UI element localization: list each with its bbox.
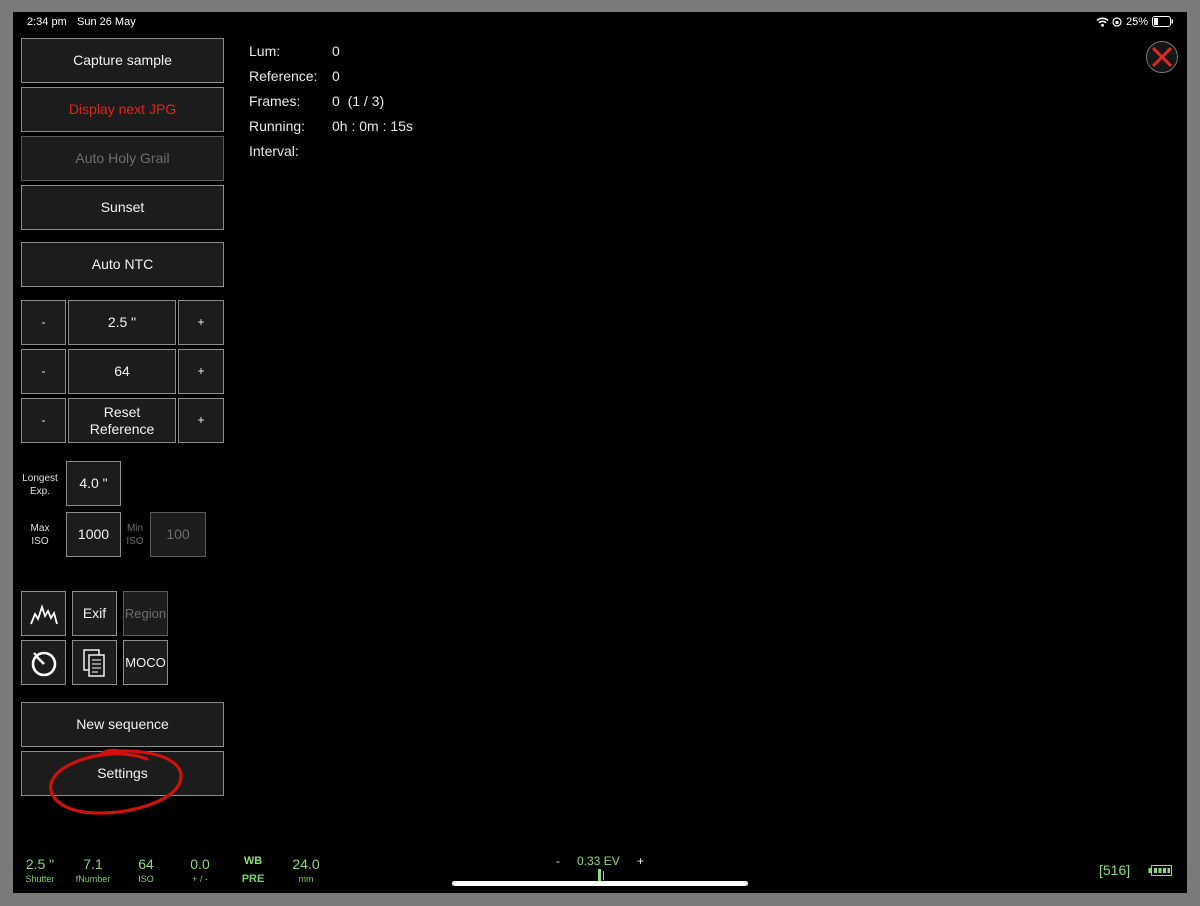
capture-sample-button[interactable]: Capture sample [21, 38, 224, 83]
shutter-increase-button[interactable]: + [178, 300, 224, 345]
frames-value: 0 (1 / 3) [332, 93, 385, 109]
orientation-lock-icon [1112, 17, 1122, 27]
ev-value: 0.33 EV [577, 854, 620, 868]
moco-button[interactable]: MOCO [123, 640, 168, 685]
shutter-value-button[interactable]: 2.5 " [68, 300, 176, 345]
ev-meter-tick [603, 871, 604, 880]
running-label: Running: [249, 118, 306, 134]
iso-decrease-button[interactable]: - [21, 349, 66, 394]
home-indicator[interactable] [452, 881, 748, 886]
min-iso-label: Min ISO [126, 523, 144, 547]
new-sequence-button[interactable]: New sequence [21, 702, 224, 747]
histogram-button[interactable] [21, 591, 66, 636]
region-button[interactable]: Region [123, 591, 168, 636]
status-date: Sun 26 May [77, 16, 136, 28]
bottom-wb-label: PRE [241, 873, 265, 885]
camera-battery-icon [1148, 865, 1172, 876]
longest-exp-button[interactable]: 4.0 " [66, 461, 121, 506]
reset-reference-button[interactable]: Reset Reference [68, 398, 176, 443]
timer-icon [31, 651, 56, 676]
bottom-shutter-label: Shutter [25, 874, 55, 884]
bottom-shutter-value: 2.5 " [25, 856, 55, 872]
sunset-button[interactable]: Sunset [21, 185, 224, 230]
max-iso-button[interactable]: 1000 [66, 512, 121, 557]
bottom-focal-value: 24.0 [292, 856, 320, 872]
bottom-fnumber-label: fNumber [75, 874, 111, 884]
display-next-jpg-button[interactable]: Display next JPG [21, 87, 224, 132]
bottom-iso-value: 64 [138, 856, 154, 872]
copy-button[interactable] [72, 640, 117, 685]
auto-holy-grail-button[interactable]: Auto Holy Grail [21, 136, 224, 181]
shutter-decrease-button[interactable]: - [21, 300, 66, 345]
reference-increase-button[interactable]: + [178, 398, 224, 443]
min-iso-button[interactable]: 100 [150, 512, 206, 557]
app-screen: 2:34 pm Sun 26 May 25% Capture sample Di… [13, 12, 1187, 893]
interval-label: Interval: [249, 143, 299, 159]
frame-counter: [516] [1099, 862, 1131, 878]
exif-button[interactable]: Exif [72, 591, 117, 636]
max-iso-label: Max ISO [30, 523, 50, 547]
ev-plus-button[interactable]: + [637, 854, 644, 868]
copy-icon [82, 648, 105, 677]
reference-label: Reference: [249, 68, 318, 84]
ev-minus-button[interactable]: - [556, 854, 560, 868]
histogram-icon [29, 603, 58, 624]
longest-exp-label: Longest Exp. [22, 473, 58, 497]
status-time: 2:34 pm [27, 16, 67, 28]
reference-decrease-button[interactable]: - [21, 398, 66, 443]
close-button[interactable] [1146, 41, 1178, 73]
bottom-ev-comp-label: + / - [192, 874, 208, 884]
lum-label: Lum: [249, 43, 281, 59]
wifi-icon [1096, 17, 1109, 27]
running-value: 0h : 0m : 15s [332, 118, 413, 134]
timer-button[interactable] [21, 640, 66, 685]
highlight-annotation [49, 748, 183, 815]
battery-percent: 25% [1126, 16, 1149, 28]
lum-value: 0 [332, 43, 340, 59]
auto-ntc-button[interactable]: Auto NTC [21, 242, 224, 287]
bottom-ev-comp-value: 0.0 [190, 856, 210, 872]
iso-increase-button[interactable]: + [178, 349, 224, 394]
close-icon [1151, 46, 1173, 68]
battery-icon [1152, 16, 1173, 27]
bottom-iso-label: ISO [138, 874, 154, 884]
bottom-focal-label: mm [298, 874, 314, 884]
reference-value: 0 [332, 68, 340, 84]
bottom-wb-value: WB [243, 855, 263, 867]
bottom-fnumber-value: 7.1 [83, 856, 103, 872]
iso-value-button[interactable]: 64 [68, 349, 176, 394]
frames-label: Frames: [249, 93, 301, 109]
